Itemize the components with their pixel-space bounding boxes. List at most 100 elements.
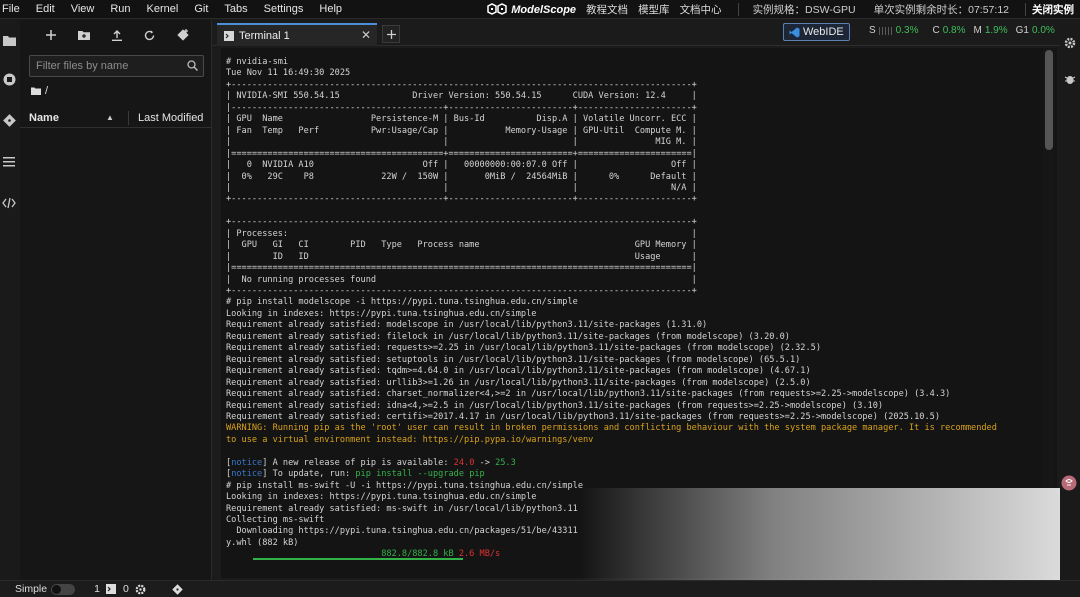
webide-label: WebIDE <box>803 26 844 38</box>
assistant-icon[interactable] <box>1060 474 1078 492</box>
breadcrumb[interactable]: / <box>31 85 48 97</box>
table-of-contents-icon[interactable] <box>0 153 18 171</box>
terminal-line: Collecting ms-swift <box>226 515 325 525</box>
file-filter-box <box>29 55 204 77</box>
link-tutorial[interactable]: 教程文档 <box>586 2 628 17</box>
terminal-line: WARNING: Running pip as the 'root' user … <box>226 423 997 434</box>
search-icon[interactable] <box>187 60 198 74</box>
modelscope-logo[interactable]: ModelScope <box>486 3 576 16</box>
gear-icon[interactable] <box>1061 34 1079 52</box>
tab-terminal-1[interactable]: Terminal 1 ✕ <box>217 23 377 46</box>
terminal-line: | GPU Name Persistence-M | Bus-Id Disp.A… <box>226 114 697 125</box>
terminal-count: 1 <box>94 583 100 595</box>
tab-label: Terminal 1 <box>239 29 290 42</box>
vscode-icon <box>789 27 800 37</box>
menu-run[interactable]: Run <box>102 0 138 19</box>
terminal-line: | Fan Temp Perf Pwr:Usage/Cap | Memory-U… <box>226 125 697 136</box>
debugger-icon[interactable] <box>1061 70 1079 88</box>
menu-settings[interactable]: Settings <box>256 0 312 19</box>
stat-g1-value: 0.0% <box>1031 25 1055 36</box>
file-browser-panel: / Name ▲ Last Modified <box>20 20 212 580</box>
status-bar: Simple 1 0 <box>0 580 1080 597</box>
stat-c-label: C <box>932 25 940 36</box>
close-icon[interactable]: ✕ <box>361 28 371 42</box>
terminal-output[interactable]: # nvidia-smi Tue Nov 11 16:49:30 2025 +---… <box>221 48 1057 578</box>
download-progress-bar <box>253 558 463 560</box>
stat-s-label: S <box>869 25 876 36</box>
divider <box>737 3 739 16</box>
terminal-line: Downloading https://pypi.tuna.tsinghua.e… <box>226 526 578 537</box>
stat-m-value: 1.9% <box>984 25 1008 36</box>
terminal-segment: ] A new release of pip is available: <box>262 457 454 468</box>
download-progress-fill <box>253 558 463 560</box>
webide-button[interactable]: WebIDE <box>783 23 850 41</box>
git-icon[interactable] <box>0 111 18 129</box>
running-kernels-icon[interactable] <box>0 70 18 88</box>
git-status-icon[interactable] <box>172 583 183 595</box>
terminal-line: to use a virtual environment instead: ht… <box>226 434 594 445</box>
terminal-line: | | | N/A | <box>226 182 697 193</box>
git-clone-icon[interactable] <box>166 25 199 45</box>
terminal-line: Requirement already satisfied: setuptool… <box>226 354 801 365</box>
link-docs[interactable]: 文档中心 <box>680 2 722 17</box>
right-sidebar <box>1060 20 1080 580</box>
terminal-segment: ] To update, run: <box>262 469 356 480</box>
terminal-segment: notice <box>231 457 263 468</box>
terminal-line: | Processes: | <box>226 228 697 239</box>
terminal-scrollbar-thumb[interactable] <box>1045 50 1053 150</box>
menu-git[interactable]: Git <box>186 0 216 19</box>
resource-stats: S 0.3% C 0.8% M 1.9% G1 0.0% <box>861 25 1055 36</box>
menu-edit[interactable]: Edit <box>28 0 63 19</box>
terminal-line: [notice] To update, run: pip install --u… <box>226 469 485 481</box>
terminal-line: | NVIDIA-SMI 550.54.15 Driver Version: 5… <box>226 91 697 102</box>
terminal-count-icon[interactable] <box>105 584 116 594</box>
file-list-header: Name ▲ Last Modified <box>20 108 212 128</box>
menu-file[interactable]: File <box>0 0 28 19</box>
refresh-icon[interactable] <box>133 25 166 45</box>
terminal-line: Requirement already satisfied: urllib3>=… <box>226 377 811 388</box>
terminal-line: Requirement already satisfied: charset_n… <box>226 389 951 400</box>
upload-icon[interactable] <box>100 25 133 45</box>
terminal-segment: notice <box>231 469 263 480</box>
terminal-line: +---------------------------------------… <box>226 194 697 205</box>
new-launcher-icon[interactable] <box>34 25 67 45</box>
activity-bar <box>0 20 20 580</box>
close-instance-button[interactable]: 关闭实例 <box>1032 2 1074 17</box>
file-filter-input[interactable] <box>30 56 180 76</box>
terminal-line: Requirement already satisfied: requests>… <box>226 343 821 354</box>
add-tab-button[interactable] <box>382 25 400 43</box>
folder-icon[interactable] <box>0 31 18 49</box>
column-divider[interactable] <box>128 111 129 125</box>
simple-mode-toggle[interactable] <box>51 583 76 595</box>
new-folder-icon[interactable] <box>67 25 100 45</box>
terminal-segment: 24.0 <box>453 457 475 468</box>
terminal-line: Requirement already satisfied: filelock … <box>226 331 790 342</box>
kernel-gear-icon[interactable] <box>135 584 146 595</box>
stat-g1-label: G1 <box>1015 25 1029 36</box>
terminal-line: [notice] A new release of pip is availab… <box>226 458 516 470</box>
code-icon[interactable] <box>0 194 18 212</box>
instance-spec: 实例规格：DSW-GPU <box>752 4 856 16</box>
terminal-line: +---------------------------------------… <box>226 217 697 228</box>
kernel-count: 0 <box>122 583 129 595</box>
stat-m-label: M <box>973 25 982 36</box>
file-browser-toolbar <box>20 20 211 50</box>
menu-view[interactable]: View <box>63 0 103 19</box>
terminal-line: | No running processes found | <box>226 274 697 285</box>
terminal-icon <box>224 30 234 41</box>
menu-tabs[interactable]: Tabs <box>216 0 255 19</box>
menu-kernel[interactable]: Kernel <box>139 0 187 19</box>
terminal-line: Requirement already satisfied: modelscop… <box>226 320 708 331</box>
sort-ascending-icon[interactable]: ▲ <box>106 113 114 122</box>
terminal-line: Requirement already satisfied: certifi>=… <box>226 411 940 422</box>
terminal-line: | 0 NVIDIA A10 Off | 00000000:00:07.0 Of… <box>226 160 697 171</box>
terminal-line: y.whl (882 kB) <box>226 537 299 548</box>
column-name[interactable]: Name <box>29 112 59 124</box>
column-last-modified[interactable]: Last Modified <box>138 112 203 124</box>
menu-help[interactable]: Help <box>311 0 350 19</box>
breadcrumb-root[interactable]: / <box>45 85 48 97</box>
link-models[interactable]: 模型库 <box>638 2 670 17</box>
divider <box>1025 3 1026 16</box>
time-remaining: 单次实例剩余时长：07:57:12 <box>873 4 1009 16</box>
terminal-line: |=======================================… <box>226 148 697 159</box>
